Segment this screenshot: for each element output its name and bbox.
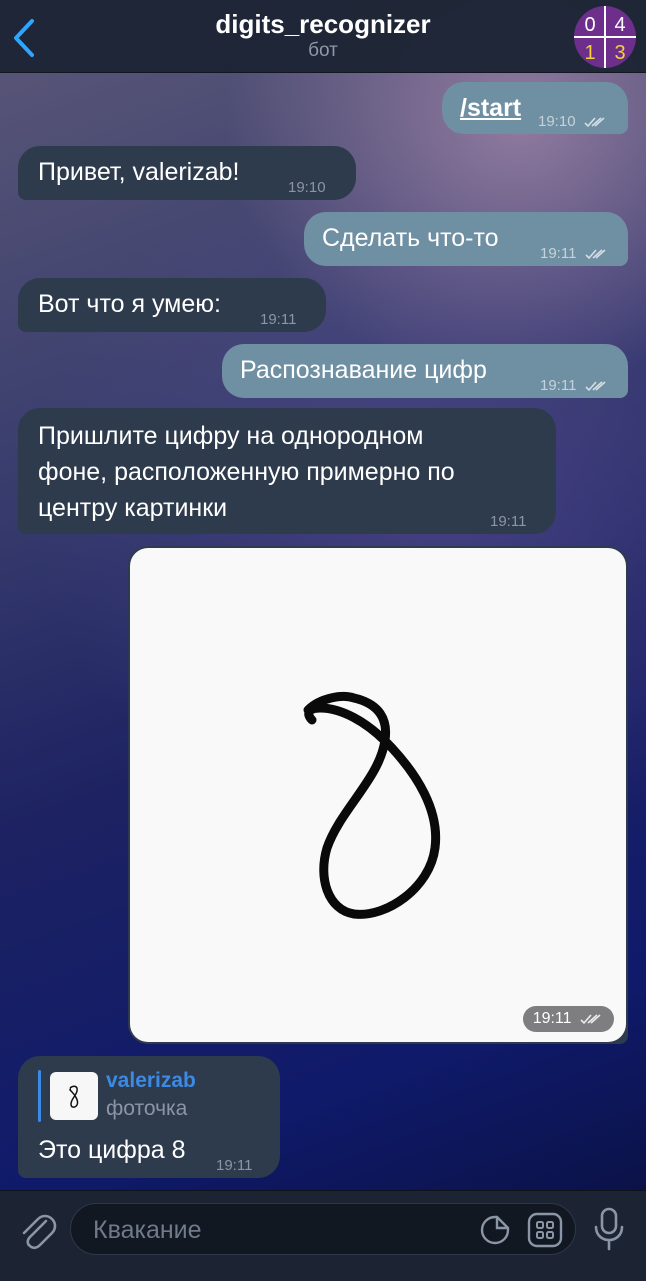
message-text: Сделать что-то <box>322 224 499 252</box>
incoming-reply-message[interactable]: valerizab фоточка Это цифра 8 19:11 <box>18 1056 280 1178</box>
reply-preview-text: фоточка <box>106 1097 188 1120</box>
outgoing-message[interactable]: /start 19:10 <box>442 82 628 134</box>
photo-message[interactable]: 19:11 <box>128 546 628 1044</box>
message-time: 19:11 <box>540 377 577 394</box>
message-time: 19:11 <box>260 311 297 328</box>
chat-subtitle: бот <box>308 40 338 61</box>
message-time: 19:11 <box>216 1157 253 1174</box>
message-text: Привет, valerizab! <box>38 158 240 186</box>
outgoing-message[interactable]: Сделать что-то 19:11 <box>304 212 628 266</box>
incoming-message[interactable]: Вот что я умею: 19:11 <box>18 278 326 332</box>
message-line: фоне, расположенную примерно по <box>38 458 455 486</box>
message-time: 19:11 <box>532 1010 572 1027</box>
message-input-placeholder: Квакание <box>93 1216 202 1244</box>
message-line: центру картинки <box>38 494 228 522</box>
incoming-message[interactable]: Привет, valerizab! 19:10 <box>18 146 356 200</box>
reply-quote-bar <box>38 1070 41 1122</box>
digit-photo[interactable]: 19:11 <box>130 548 626 1042</box>
sticker-icon[interactable] <box>479 1214 511 1246</box>
double-check-icon <box>580 1014 601 1024</box>
message-composer: Квакание <box>0 1190 646 1281</box>
message-time: 19:11 <box>490 513 527 530</box>
chat-header: digits_recognizer бот 0 4 1 3 <box>0 0 646 73</box>
avatar-digit: 0 <box>584 14 595 36</box>
outgoing-message[interactable]: Распознавание цифр 19:11 <box>222 344 628 398</box>
chat-title-area[interactable]: digits_recognizer бот <box>130 8 516 62</box>
double-check-icon <box>584 117 605 128</box>
message-text: Распознавание цифр <box>240 356 487 384</box>
avatar-digit: 1 <box>584 42 595 64</box>
avatar-digit: 3 <box>614 42 625 64</box>
message-text: Это цифра 8 <box>38 1136 186 1164</box>
message-time: 19:10 <box>288 179 326 196</box>
message-text: Вот что я умею: <box>38 290 221 318</box>
double-check-icon <box>585 249 606 260</box>
message-time: 19:10 <box>538 113 576 130</box>
back-chevron-icon[interactable] <box>10 18 40 58</box>
avatar-digit: 4 <box>614 14 625 36</box>
double-check-icon <box>585 381 606 392</box>
message-line: Пришлите цифру на однородном <box>38 422 424 450</box>
bot-commands-icon[interactable] <box>527 1212 563 1248</box>
microphone-icon[interactable] <box>592 1207 626 1251</box>
reply-thumbnail[interactable] <box>50 1072 98 1120</box>
message-time: 19:11 <box>540 245 577 262</box>
message-input[interactable]: Квакание <box>70 1203 576 1255</box>
command-link[interactable]: /start <box>460 94 521 122</box>
chat-title: digits_recognizer <box>215 9 431 39</box>
incoming-message[interactable]: Пришлите цифру на однородном фоне, распо… <box>18 408 556 534</box>
bot-avatar[interactable]: 0 4 1 3 <box>574 6 636 68</box>
reply-author: valerizab <box>106 1069 196 1092</box>
photo-time-badge: 19:11 <box>522 1006 614 1032</box>
paperclip-icon[interactable] <box>16 1209 58 1251</box>
handwritten-eight-image <box>303 692 441 919</box>
